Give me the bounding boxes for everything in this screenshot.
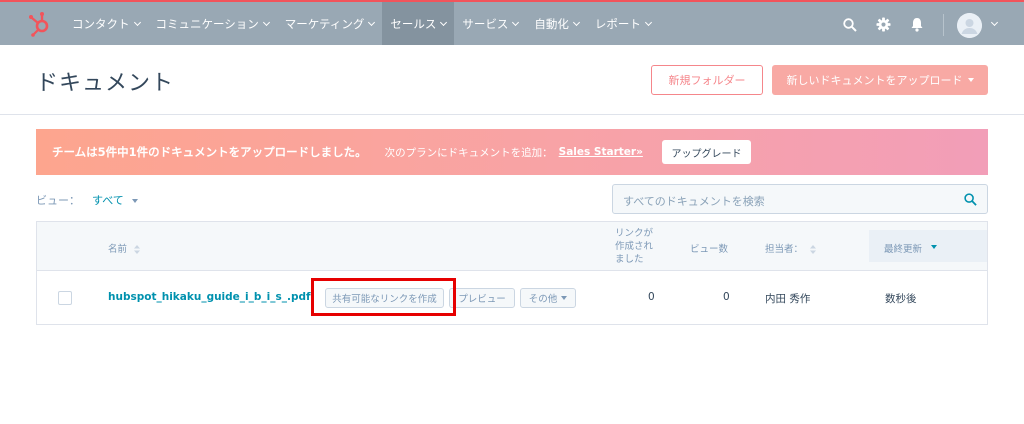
search-icon[interactable] xyxy=(843,18,857,32)
column-header-owner[interactable]: 担当者： xyxy=(765,241,817,255)
page-title: ドキュメント xyxy=(36,71,175,96)
gear-icon[interactable] xyxy=(876,17,891,32)
search-placeholder: すべてのドキュメントを検索 xyxy=(623,195,765,208)
hubspot-logo-icon[interactable] xyxy=(24,9,54,39)
column-header-label: 担当者： xyxy=(765,244,804,255)
top-navigation-bar: コンタクト コミュニケーション マーケティング セールス サービス 自動化 レポ… xyxy=(0,0,1024,45)
nav-item-marketing[interactable]: マーケティング xyxy=(277,2,383,45)
preview-button[interactable]: プレビュー xyxy=(449,288,515,308)
nav-item-conversations[interactable]: コミュニケーション xyxy=(148,2,277,45)
sales-starter-link[interactable]: Sales Starter» xyxy=(559,146,643,158)
nav-item-label: コンタクト xyxy=(72,16,130,31)
new-folder-button[interactable]: 新規フォルダー xyxy=(651,65,763,95)
banner-subtext: 次のプランにドキュメントを追加： xyxy=(384,146,553,159)
file-name-link[interactable]: hubspot_hikaku_guide_i_b_i_s_.pdf xyxy=(108,291,311,303)
nav-item-label: 自動化 xyxy=(534,16,569,31)
views-count: 0 xyxy=(723,291,730,303)
nav-item-label: コミュニケーション xyxy=(155,16,259,31)
nav-item-contacts[interactable]: コンタクト xyxy=(64,2,148,45)
nav-item-label: マーケティング xyxy=(284,16,365,31)
nav-item-service[interactable]: サービス xyxy=(454,2,526,45)
links-count: 0 xyxy=(648,291,655,303)
upload-document-label: 新しいドキュメントをアップロード xyxy=(786,74,963,87)
chevron-down-icon xyxy=(368,18,376,26)
chevron-down-icon xyxy=(644,18,652,26)
nav-divider xyxy=(943,14,944,36)
search-icon[interactable] xyxy=(964,193,977,206)
column-header-name[interactable]: 名前 xyxy=(108,241,141,255)
nav-item-automation[interactable]: 自動化 xyxy=(526,2,587,45)
chevron-down-icon[interactable] xyxy=(990,18,999,27)
chevron-down-icon xyxy=(133,18,141,26)
upload-document-button[interactable]: 新しいドキュメントをアップロード xyxy=(772,65,988,95)
user-avatar-icon xyxy=(957,13,982,38)
table-row: hubspot_hikaku_guide_i_b_i_s_.pdf 共有可能なリ… xyxy=(37,271,987,324)
nav-item-reports[interactable]: レポート xyxy=(587,2,659,45)
create-shareable-link-button[interactable]: 共有可能なリンクを作成 xyxy=(325,288,444,308)
sort-icon xyxy=(810,245,817,254)
upgrade-button[interactable]: アップグレード xyxy=(662,140,751,164)
row-checkbox[interactable] xyxy=(58,291,72,305)
table-header: 名前 リンクが 作成され ました ビュー数 担当者： 最終更新 xyxy=(37,222,987,271)
column-header-views[interactable]: ビュー数 xyxy=(690,241,728,255)
chevron-down-icon xyxy=(440,18,448,26)
caret-down-icon xyxy=(967,78,974,82)
sort-descending-icon xyxy=(931,245,937,249)
column-header-last-updated[interactable]: 最終更新 xyxy=(869,230,987,262)
sort-icon xyxy=(134,245,141,254)
view-dropdown-value: すべて xyxy=(92,194,124,207)
page-header: ドキュメント 新規フォルダー 新しいドキュメントをアップロード xyxy=(0,45,1024,115)
last-updated-value: 数秒後 xyxy=(885,293,917,305)
caret-down-icon xyxy=(132,199,139,203)
bell-icon[interactable] xyxy=(910,17,924,32)
nav-item-label: サービス xyxy=(462,16,509,31)
column-header-label: 作成され xyxy=(615,241,654,252)
column-header-label: 最終更新 xyxy=(884,244,923,255)
chevron-down-icon xyxy=(512,18,520,26)
more-button-label: その他 xyxy=(528,294,558,305)
owner-name: 内田 秀作 xyxy=(765,293,811,305)
chevron-down-icon xyxy=(572,18,580,26)
banner-message: チームは5件中1件のドキュメントをアップロードしました。 xyxy=(52,145,367,159)
column-header-label: リンクが xyxy=(615,228,654,239)
column-header-label: ました xyxy=(615,254,644,265)
avatar[interactable] xyxy=(957,13,982,38)
caret-down-icon xyxy=(561,296,568,300)
main-nav: コンタクト コミュニケーション マーケティング セールス サービス 自動化 レポ… xyxy=(64,2,659,45)
column-header-label: 名前 xyxy=(108,244,128,255)
nav-item-sales[interactable]: セールス xyxy=(382,2,455,45)
document-search-input[interactable]: すべてのドキュメントを検索 xyxy=(612,184,988,214)
view-dropdown[interactable]: すべて xyxy=(92,192,139,208)
more-button[interactable]: その他 xyxy=(520,288,576,308)
column-header-links-created[interactable]: リンクが 作成され ました xyxy=(615,227,653,266)
nav-item-label: レポート xyxy=(594,16,641,31)
documents-table: 名前 リンクが 作成され ました ビュー数 担当者： 最終更新 hubspot_… xyxy=(36,221,988,325)
nav-item-label: セールス xyxy=(390,16,437,31)
upgrade-banner: チームは5件中1件のドキュメントをアップロードしました。 次のプランにドキュメン… xyxy=(36,129,988,175)
chevron-down-icon xyxy=(262,18,270,26)
view-label: ビュー： xyxy=(36,194,80,207)
